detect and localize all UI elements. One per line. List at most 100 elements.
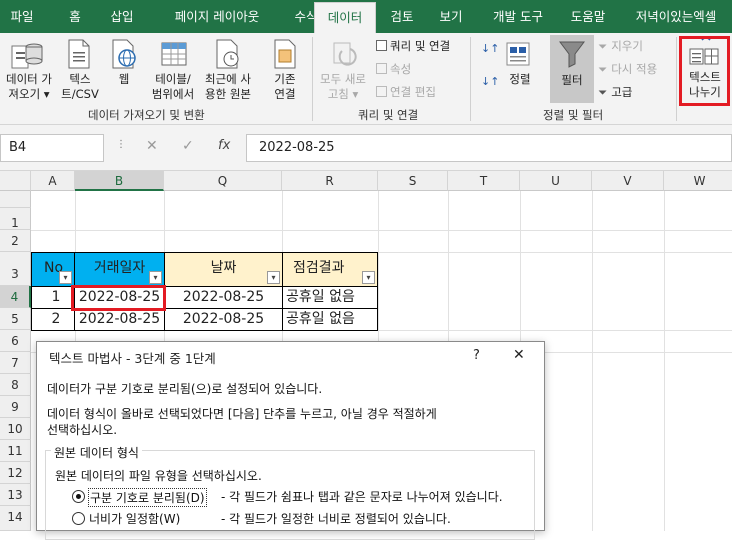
column-header-u[interactable]: U: [520, 171, 592, 191]
gridline: [31, 230, 732, 231]
fixed-width-label[interactable]: 너비가 일정함(W): [89, 510, 180, 527]
row-header-9[interactable]: 9: [0, 396, 31, 418]
header-cell-result[interactable]: 점검결과 ▾: [282, 252, 378, 287]
properties-button[interactable]: 속성: [376, 61, 411, 77]
formula-bar-more-icon[interactable]: ⋮: [116, 139, 126, 150]
tab-review[interactable]: 검토: [380, 0, 424, 33]
get-data-button[interactable]: 데이터 가 져오기 ▾: [0, 72, 58, 102]
enter-icon[interactable]: ✓: [182, 138, 194, 154]
cell-r4[interactable]: 공휴일 없음: [282, 286, 378, 309]
help-button[interactable]: ?: [473, 348, 480, 363]
properties-icon: [376, 63, 387, 74]
tab-page-layout[interactable]: 페이지 레이아웃: [152, 0, 282, 33]
clear-filter-button[interactable]: ⏷ 지우기: [598, 38, 643, 54]
reapply-button[interactable]: ⏷ 다시 적용: [598, 61, 657, 77]
row-header-1[interactable]: 1: [0, 208, 31, 230]
refresh-all-button[interactable]: 모두 새로 고침 ▾: [314, 72, 372, 102]
advanced-filter-button[interactable]: ⏷ 고급: [598, 84, 632, 100]
cancel-icon[interactable]: ✕: [146, 138, 158, 154]
refresh-label-2: 고침 ▾: [327, 87, 359, 101]
advanced-filter-icon: ⏷: [598, 85, 608, 99]
refresh-all-icon: [333, 42, 357, 66]
select-all-corner[interactable]: [0, 171, 31, 191]
column-header-q[interactable]: Q: [164, 171, 282, 191]
column-header-v[interactable]: V: [592, 171, 664, 191]
tab-developer[interactable]: 개발 도구: [478, 0, 558, 33]
delimited-radio[interactable]: [72, 490, 85, 503]
tab-data[interactable]: 데이터: [314, 2, 376, 33]
row-header-2[interactable]: 2: [0, 230, 31, 252]
group-separator-3: [676, 37, 677, 121]
column-header-a[interactable]: A: [31, 171, 75, 191]
column-header-r[interactable]: R: [282, 171, 378, 191]
edit-links-button[interactable]: 연결 편집: [376, 84, 436, 100]
column-header-w[interactable]: W: [664, 171, 732, 191]
edit-links-label: 연결 편집: [390, 85, 436, 99]
tab-help[interactable]: 도움말: [556, 0, 620, 33]
existing-label-2: 연결: [274, 87, 296, 101]
cell-a5[interactable]: 2: [31, 308, 75, 331]
tab-home[interactable]: 홈: [56, 0, 94, 33]
row-header-5[interactable]: 5: [0, 308, 31, 330]
filter-button[interactable]: 필터: [550, 35, 594, 103]
recent-sources-button[interactable]: 최근에 사 용한 원본: [200, 72, 256, 102]
row-header-12[interactable]: 12: [0, 462, 31, 484]
clear-filter-icon: ⏷: [598, 39, 608, 53]
delimited-label[interactable]: 구분 기호로 분리됨(D): [88, 488, 207, 507]
formula-input[interactable]: 2022-08-25: [246, 134, 732, 162]
tab-file[interactable]: 파일: [0, 0, 44, 33]
delimited-description: - 각 필드가 쉼표나 탭과 같은 문자로 나누어져 있습니다.: [221, 490, 503, 504]
cell-q5[interactable]: 2022-08-25: [164, 308, 283, 331]
fixed-width-radio[interactable]: [72, 512, 85, 525]
row-header-8[interactable]: 8: [0, 374, 31, 396]
cell-q4[interactable]: 2022-08-25: [164, 286, 283, 309]
dialog-title: 텍스트 마법사 - 3단계 중 1단계: [49, 351, 216, 366]
row-header-14[interactable]: 14: [0, 506, 31, 531]
filter-dropdown-icon[interactable]: ▾: [267, 271, 280, 284]
queries-connections-button[interactable]: 쿼리 및 연결: [376, 38, 450, 54]
gridline: [664, 191, 665, 531]
web-label: 웹: [118, 72, 130, 86]
existing-connections-button[interactable]: 기존 연결: [262, 72, 308, 102]
header-cell-day[interactable]: 날짜 ▾: [164, 252, 283, 287]
row-header-7[interactable]: 7: [0, 352, 31, 374]
cell-b5[interactable]: 2022-08-25: [74, 308, 165, 331]
column-header-t[interactable]: T: [448, 171, 520, 191]
name-box[interactable]: B4: [0, 134, 104, 162]
cell-r5[interactable]: 공휴일 없음: [282, 308, 378, 331]
row-header-11[interactable]: 11: [0, 440, 31, 462]
ribbon: 데이터 가 져오기 ▾ 텍스 트/CSV 웹 테이블/ 범위에서 최근에 사 용…: [0, 33, 732, 125]
column-header-s[interactable]: S: [378, 171, 448, 191]
cell-a4[interactable]: 1: [31, 286, 75, 309]
sort-asc-icon: ↓↑: [481, 42, 500, 55]
tab-custom[interactable]: 저녁이있는엑셀: [620, 0, 732, 33]
recent-label-2: 용한 원본: [205, 87, 251, 101]
row-header-6[interactable]: 6: [0, 330, 31, 352]
sort-label: 정렬: [509, 72, 531, 86]
close-button[interactable]: ✕: [513, 347, 525, 363]
filter-icon: [559, 41, 585, 68]
from-table-button[interactable]: 테이블/ 범위에서: [146, 72, 200, 102]
tab-view[interactable]: 보기: [426, 0, 476, 33]
web-button[interactable]: 웹: [104, 72, 144, 87]
database-icon: [11, 43, 43, 69]
filter-dropdown-icon[interactable]: ▾: [149, 271, 162, 284]
header-cell-no[interactable]: No ▾: [31, 252, 75, 287]
header-cell-date[interactable]: 거래일자 ▾: [74, 252, 165, 287]
row-header-4[interactable]: 4: [0, 286, 31, 308]
row-header-3[interactable]: 3: [0, 252, 31, 286]
sort-button[interactable]: 정렬: [500, 72, 540, 87]
clear-label: 지우기: [611, 39, 643, 53]
insert-function-icon[interactable]: fx: [218, 138, 230, 153]
filter-dropdown-icon[interactable]: ▾: [59, 271, 72, 284]
sort-desc-button[interactable]: ↓↑: [481, 75, 499, 88]
tab-insert[interactable]: 삽입: [100, 0, 144, 33]
text-csv-button[interactable]: 텍스 트/CSV: [58, 72, 102, 102]
text-wizard-dialog: 텍스트 마법사 - 3단계 중 1단계 ? ✕ 데이터가 구분 기호로 분리됨(…: [36, 341, 545, 540]
row-header-13[interactable]: 13: [0, 484, 31, 506]
sort-asc-button[interactable]: ↓↑: [481, 43, 499, 55]
queries-icon: [376, 40, 387, 51]
filter-dropdown-icon[interactable]: ▾: [362, 271, 375, 284]
row-header-10[interactable]: 10: [0, 418, 31, 440]
column-header-b[interactable]: B: [75, 171, 164, 191]
